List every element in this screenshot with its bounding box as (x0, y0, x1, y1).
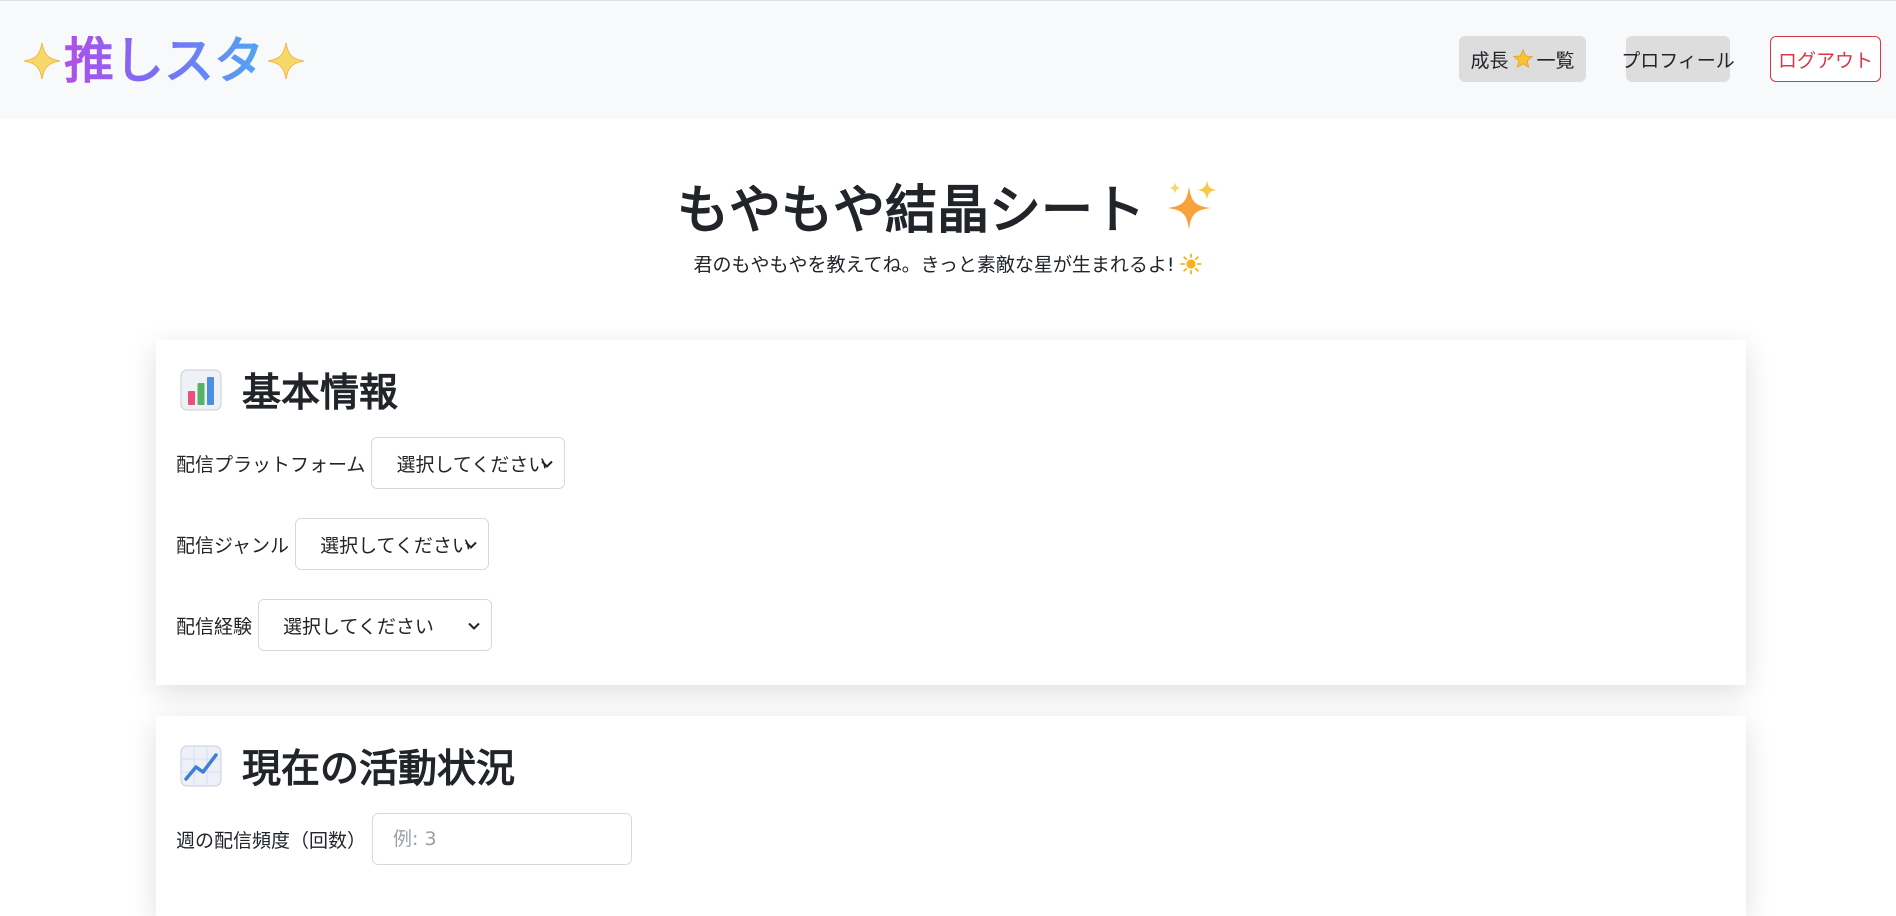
platform-select[interactable]: 選択してください (371, 437, 566, 489)
growth-list-button[interactable]: 成長 一覧 (1459, 36, 1586, 82)
experience-select-value: 選択してください (283, 615, 434, 638)
frequency-label: 週の配信頻度（回数） (176, 829, 367, 852)
frequency-field: 週の配信頻度（回数） (176, 813, 633, 865)
bar-chart-icon (180, 369, 222, 411)
experience-label: 配信経験 (176, 615, 253, 638)
platform-select-value: 選択してください (396, 453, 548, 476)
page-subtitle: 君のもやもやを教えてね。きっと素敵な星が生まれるよ! (0, 252, 1896, 278)
chevron-down-icon (467, 619, 481, 633)
logout-button[interactable]: ログアウト (1770, 36, 1881, 82)
brand-logo[interactable]: 推しスタ (22, 29, 306, 93)
chevron-down-icon (464, 538, 478, 552)
experience-select[interactable]: 選択してください (258, 599, 493, 651)
sparkle-icon (22, 41, 62, 81)
activity-status-title-text: 現在の活動状況 (242, 747, 516, 792)
page-title: もやもや結晶シート (0, 178, 1896, 243)
activity-status-title: 現在の活動状況 (180, 738, 515, 794)
star-icon (1512, 48, 1534, 70)
page-subtitle-text: 君のもやもやを教えてね。きっと素敵な星が生まれるよ! (693, 254, 1175, 276)
brand-name: 推しスタ (64, 32, 264, 90)
genre-label: 配信ジャンル (176, 534, 290, 557)
sparkles-icon (1163, 178, 1219, 234)
basic-info-title: 基本情報 (180, 362, 398, 418)
line-chart-icon (180, 745, 222, 787)
experience-field: 配信経験 選択してください (176, 599, 493, 651)
basic-info-title-text: 基本情報 (242, 371, 399, 416)
page-title-text: もやもや結晶シート (676, 181, 1145, 241)
growth-label-suffix: 一覧 (1536, 49, 1575, 72)
navbar: 推しスタ 成長 一覧 プロフィール ログアウト (0, 0, 1896, 119)
platform-label: 配信プラットフォーム (176, 453, 366, 476)
sun-icon (1180, 253, 1202, 275)
basic-info-card: 基本情報 配信プラットフォーム 選択してください 配信ジャンル 選択してください… (156, 340, 1746, 685)
sparkle-icon (266, 41, 306, 81)
genre-select[interactable]: 選択してください (295, 518, 490, 570)
genre-field: 配信ジャンル 選択してください (176, 518, 490, 570)
activity-status-card: 現在の活動状況 週の配信頻度（回数） (156, 716, 1746, 916)
chevron-down-icon (540, 457, 554, 471)
platform-field: 配信プラットフォーム 選択してください (176, 437, 566, 489)
profile-button[interactable]: プロフィール (1621, 36, 1735, 82)
frequency-input[interactable] (372, 813, 633, 865)
growth-label-prefix: 成長 (1470, 49, 1509, 72)
genre-select-value: 選択してください (320, 534, 471, 557)
